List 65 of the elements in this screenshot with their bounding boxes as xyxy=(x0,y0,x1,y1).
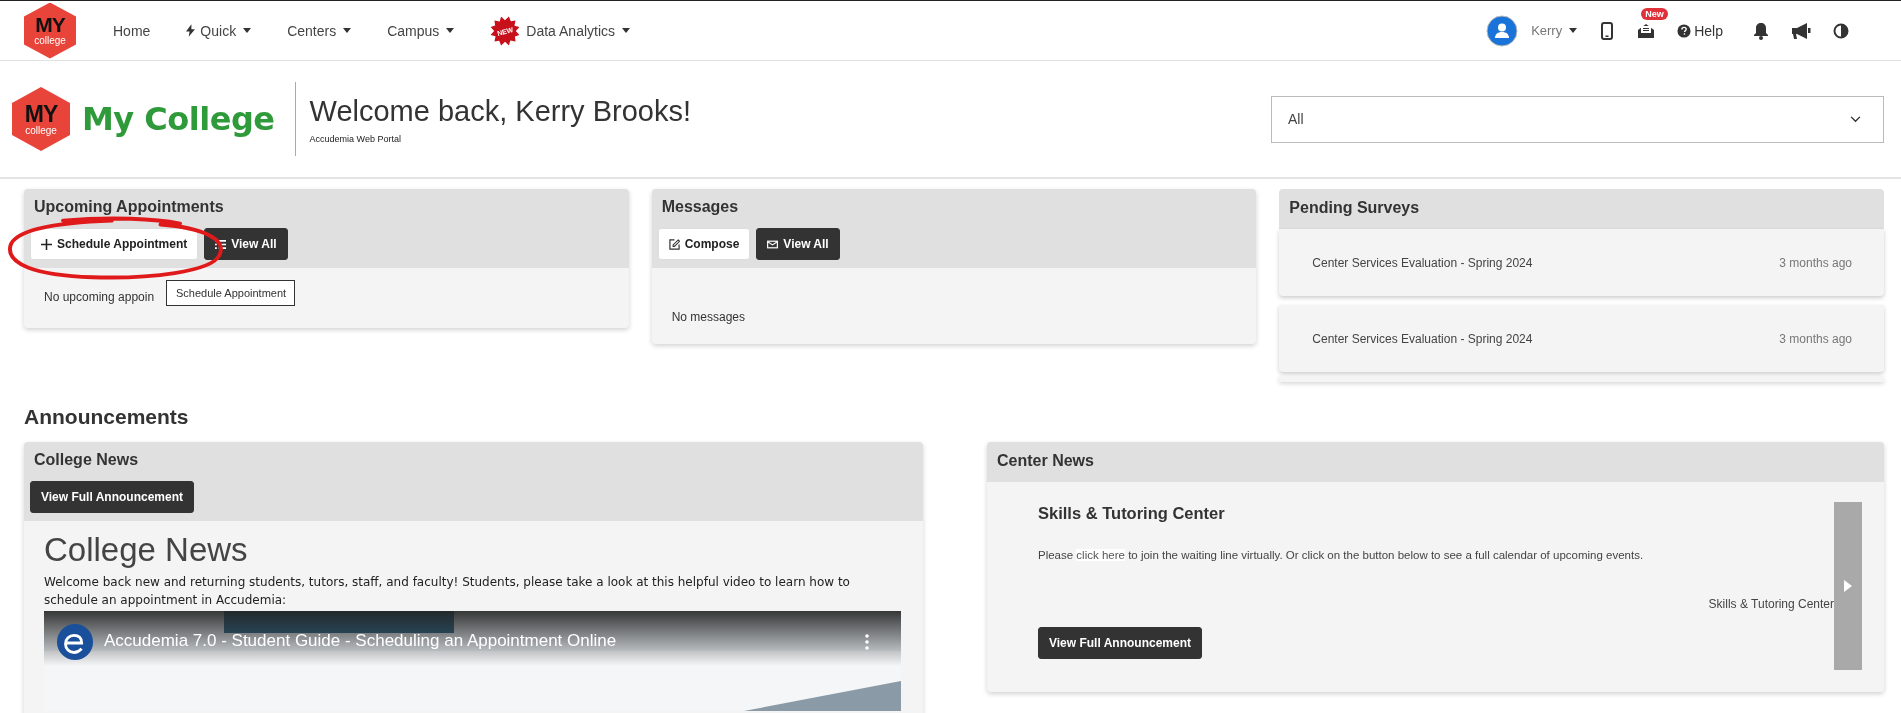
nav-menu[interactable]: Campus xyxy=(387,22,455,39)
compose-button[interactable]: Compose xyxy=(657,228,751,260)
more-options-icon[interactable] xyxy=(865,634,869,650)
caret-icon xyxy=(1569,28,1578,33)
survey-title: Center Services Evaluation - Spring 2024 xyxy=(1312,256,1533,270)
schedule-button[interactable]: Schedule Appointment xyxy=(30,228,199,260)
news-heading: Skills & Tutoring Center xyxy=(1038,504,1226,523)
news-signature: Skills & Tutoring Center xyxy=(1707,597,1834,611)
plus-icon xyxy=(41,238,52,250)
logo-text: MY xyxy=(35,15,65,35)
help-icon xyxy=(1677,23,1692,38)
list-icon xyxy=(215,238,227,250)
news-paragraph: Welcome back new and returning students, tutors, staff, and faculty! Students, please take a look at this helpful video to learn how to schedule an appointment in Accudemia: xyxy=(44,574,851,609)
nav-link[interactable]: Home xyxy=(113,22,151,39)
envelope-icon xyxy=(767,238,779,250)
logo-text: college xyxy=(25,124,57,136)
news-heading: College News xyxy=(44,531,249,569)
card-title: Upcoming Appointments xyxy=(34,198,224,216)
logo-text: MY xyxy=(24,102,58,125)
college-logo[interactable]: MY college xyxy=(24,2,76,59)
view-announcement-button[interactable]: View Full Announcement xyxy=(30,481,194,513)
survey-item[interactable]: Center Services Evaluation - Spring 2024 3 months ago xyxy=(1279,229,1884,296)
bolt-icon xyxy=(186,24,196,37)
megaphone-icon[interactable] xyxy=(1791,21,1811,40)
view-all-button[interactable]: View All xyxy=(756,228,840,260)
click-here-link[interactable]: click here xyxy=(1076,549,1125,561)
caret-icon xyxy=(446,28,455,33)
new-badge: New xyxy=(1641,7,1668,20)
survey-time: 3 months ago xyxy=(1779,332,1852,346)
caret-icon xyxy=(343,28,352,33)
help-link[interactable]: Help xyxy=(1677,22,1723,39)
contrast-icon[interactable] xyxy=(1833,21,1849,40)
user-avatar-icon[interactable] xyxy=(1486,14,1519,47)
survey-title: Center Services Evaluation - Spring 2024 xyxy=(1312,332,1533,346)
video-title: Accudemia 7.0 - Student Guide - Scheduling an Appointment Online xyxy=(104,631,617,651)
chevron-down-icon xyxy=(1850,115,1861,123)
channel-logo-icon xyxy=(56,623,94,661)
edit-icon xyxy=(668,238,680,250)
bell-icon[interactable] xyxy=(1753,21,1769,40)
mobile-phone-icon[interactable] xyxy=(1599,21,1616,40)
nav-menu[interactable]: Centers xyxy=(287,22,352,39)
survey-item[interactable]: Center Services Evaluation - Spring 2024 3 months ago xyxy=(1279,305,1884,372)
user-menu[interactable]: Kerry xyxy=(1531,23,1578,38)
section-title: Announcements xyxy=(24,405,190,429)
empty-message: No messages xyxy=(671,310,746,324)
next-arrow-icon xyxy=(1844,580,1852,592)
caret-icon xyxy=(243,28,252,33)
empty-message: No upcoming appoin xyxy=(44,290,155,304)
college-logo[interactable]: MY college xyxy=(12,87,70,151)
card-title: Center News xyxy=(997,452,1094,470)
card-title: Messages xyxy=(661,198,739,216)
tooltip: Schedule Appointment xyxy=(166,280,296,306)
welcome-title: Welcome back, Kerry Brooks! xyxy=(309,94,691,128)
card-title: Pending Surveys xyxy=(1289,199,1420,217)
filter-select[interactable]: All xyxy=(1271,95,1884,143)
portal-subtitle: Accudemia Web Portal xyxy=(309,133,402,144)
survey-time: 3 months ago xyxy=(1779,256,1852,270)
card-title: College News xyxy=(34,451,139,469)
view-announcement-button[interactable]: View Full Announcement xyxy=(1038,627,1202,659)
logo-text: college xyxy=(34,35,66,46)
caret-icon xyxy=(622,28,631,33)
news-paragraph: Please click here to join the waiting line virtually. Or click on the button below to see a full calendar of upcoming events. xyxy=(1038,549,1645,561)
view-all-button[interactable]: View All xyxy=(204,228,288,260)
nav-menu[interactable]: Quick xyxy=(186,22,252,39)
brand-name: My College xyxy=(82,100,275,138)
